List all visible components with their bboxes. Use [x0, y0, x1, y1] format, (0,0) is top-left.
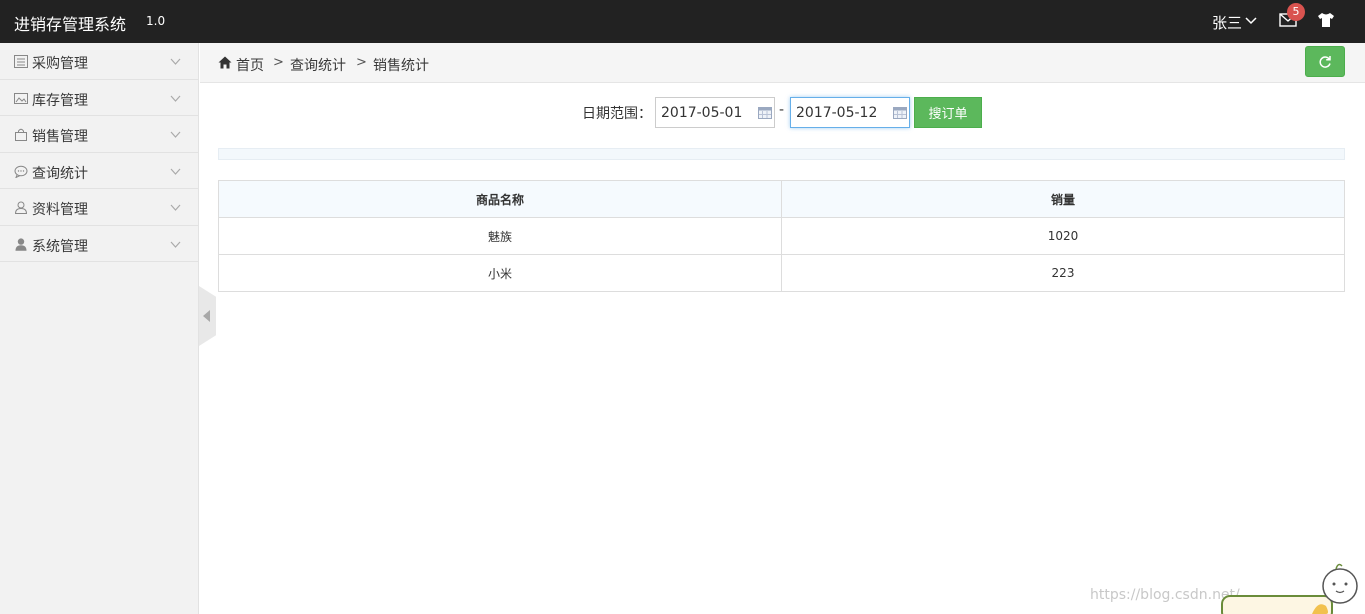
- sidebar-item-label: 查询统计: [32, 165, 88, 182]
- sidebar-item-inventory[interactable]: 库存管理: [0, 80, 198, 116]
- list-icon: [14, 55, 28, 68]
- user-icon: [15, 237, 27, 251]
- sidebar-collapse-toggle[interactable]: [199, 286, 216, 346]
- date-range-separator: -: [779, 102, 785, 118]
- top-navbar: 进销存管理系统 1.0 张三 5: [0, 0, 1365, 43]
- refresh-icon: [1319, 56, 1331, 68]
- chevron-down-icon: [170, 204, 181, 211]
- calendar-icon[interactable]: [758, 106, 772, 119]
- sidebar: 采购管理 库存管理 销售管理 查询统计 资料管理 系统管理: [0, 43, 199, 614]
- chevron-down-icon: [170, 58, 181, 65]
- image-icon: [14, 92, 28, 104]
- table-row[interactable]: 小米 223: [218, 254, 1345, 292]
- cell-quantity: 1020: [781, 217, 1345, 255]
- breadcrumb-separator: >: [356, 55, 367, 70]
- start-date-input[interactable]: [655, 97, 775, 128]
- column-header-product: 商品名称: [218, 180, 782, 218]
- mail-count-badge: 5: [1287, 3, 1305, 21]
- breadcrumb-home[interactable]: 首页: [236, 55, 264, 75]
- sidebar-item-data[interactable]: 资料管理: [0, 189, 198, 226]
- cell-product: 魅族: [218, 217, 782, 255]
- chevron-down-icon: [170, 168, 181, 175]
- chevron-down-icon: [170, 131, 181, 138]
- chevron-down-icon: [170, 241, 181, 248]
- comment-icon: [14, 165, 28, 178]
- bag-icon: [15, 128, 27, 141]
- breadcrumb-query-stats[interactable]: 查询统计: [290, 55, 346, 75]
- search-orders-button[interactable]: 搜订单: [914, 97, 982, 128]
- cell-quantity: 223: [781, 254, 1345, 292]
- shirt-icon[interactable]: [1317, 12, 1335, 28]
- breadcrumb: 首页 > 查询统计 > 销售统计: [200, 43, 1365, 83]
- sidebar-item-system[interactable]: 系统管理: [0, 226, 198, 262]
- home-icon: [218, 56, 232, 69]
- sidebar-item-sales[interactable]: 销售管理: [0, 116, 198, 153]
- date-range-label: 日期范围：: [582, 106, 652, 122]
- end-date-input[interactable]: [790, 97, 910, 128]
- breadcrumb-sales-stats: 销售统计: [373, 58, 429, 74]
- sidebar-item-label: 采购管理: [32, 56, 88, 72]
- mascot-illustration: [1221, 563, 1358, 614]
- table-header-row: 商品名称 销量: [218, 180, 1345, 218]
- breadcrumb-separator: >: [273, 55, 284, 70]
- sidebar-item-label: 系统管理: [32, 238, 88, 255]
- column-header-quantity: 销量: [781, 180, 1345, 218]
- sidebar-item-query-stats[interactable]: 查询统计: [0, 153, 198, 189]
- info-strip: [218, 148, 1345, 160]
- sidebar-item-label: 资料管理: [32, 202, 88, 218]
- caret-left-icon: [203, 310, 210, 322]
- user-outline-icon: [14, 201, 28, 214]
- cell-product: 小米: [218, 254, 782, 292]
- user-menu[interactable]: 张三: [1212, 12, 1242, 33]
- app-version: 1.0: [146, 14, 166, 28]
- chevron-down-icon[interactable]: [1245, 16, 1257, 26]
- sidebar-item-purchase[interactable]: 采购管理: [0, 43, 198, 80]
- sales-table: 商品名称 销量 魅族 1020 小米 223: [218, 180, 1345, 292]
- table-row[interactable]: 魅族 1020: [218, 217, 1345, 255]
- sidebar-item-label: 销售管理: [32, 129, 88, 145]
- app-title[interactable]: 进销存管理系统: [14, 11, 126, 35]
- sidebar-item-label: 库存管理: [32, 92, 88, 109]
- calendar-icon[interactable]: [893, 106, 907, 119]
- refresh-button[interactable]: [1305, 46, 1345, 77]
- chevron-down-icon: [170, 95, 181, 102]
